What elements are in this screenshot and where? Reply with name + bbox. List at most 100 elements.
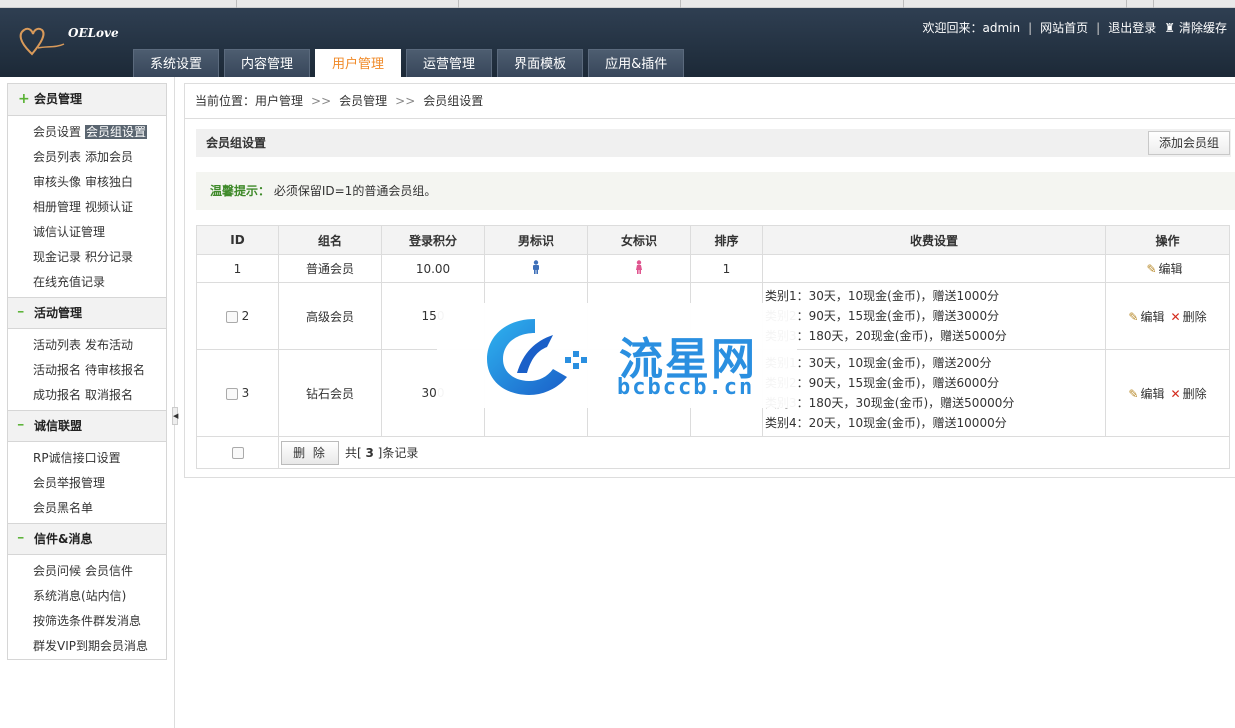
sidebar-link[interactable]: 会员设置 <box>33 125 81 139</box>
divider: | <box>1096 20 1101 35</box>
total-prefix: 共[ <box>345 445 366 460</box>
col-header-name: 组名 <box>278 225 382 255</box>
cell-actions: ✎ 编辑 ✕ 删除 <box>1105 282 1230 350</box>
pencil-icon: ✎ <box>1128 386 1139 401</box>
fee-line: 类别3：180天，30现金(金币)，赠送50000分 <box>765 396 1015 410</box>
sidebar-section-header[interactable]: ━ 活动管理 <box>8 297 166 329</box>
minus-icon: ━ <box>18 308 24 318</box>
sidebar-row: 相册管理 视频认证 <box>8 195 166 220</box>
sidebar-section-header[interactable]: ━ 诚信联盟 <box>8 410 166 442</box>
clear-cache-link[interactable]: 清除缓存 <box>1179 19 1227 36</box>
sidebar-link[interactable]: 待审核报名 <box>85 363 145 377</box>
female-icon <box>636 260 642 274</box>
delete-x-icon: ✕ <box>1170 386 1181 401</box>
cell-actions: ✎ 编辑 ✕ 删除 <box>1105 349 1230 437</box>
cell-group-name: 钻石会员 <box>278 349 382 437</box>
sidebar-row: 会员列表 添加会员 <box>8 145 166 170</box>
sidebar-section-title: 会员管理 <box>34 92 83 106</box>
edit-label: 编辑 <box>1140 309 1165 324</box>
fee-line: 类别2：90天，15现金(金币)，赠送6000分 <box>765 376 1000 390</box>
row-checkbox[interactable] <box>225 387 238 400</box>
tab-operations-management[interactable]: 运营管理 <box>406 49 493 77</box>
sidebar-link[interactable]: 群发VIP到期会员消息 <box>33 639 148 653</box>
sidebar-row: 会员问候 会员信件 <box>8 559 166 584</box>
main-nav-tabs: 系统设置 内容管理 用户管理 运营管理 界面模板 应用&插件 <box>133 49 689 77</box>
sidebar-section-title: 诚信联盟 <box>34 419 83 433</box>
col-header-fees: 收费设置 <box>762 225 1106 255</box>
sidebar-link[interactable]: 现金记录 <box>33 250 81 264</box>
tab-system-settings[interactable]: 系统设置 <box>133 49 220 77</box>
delete-link[interactable]: ✕ 删除 <box>1171 387 1207 401</box>
breadcrumb-item[interactable]: 会员管理 <box>339 94 387 108</box>
tab-interface-templates[interactable]: 界面模板 <box>497 49 584 77</box>
fee-line: 类别1：30天，10现金(金币)，赠送1000分 <box>765 289 1000 303</box>
row-checkbox[interactable] <box>225 310 238 323</box>
sidebar-link[interactable]: RP诚信接口设置 <box>33 451 121 465</box>
batch-delete-button[interactable]: 删 除 <box>281 440 339 465</box>
logout-link[interactable]: 退出登录 <box>1108 19 1156 36</box>
sidebar-link[interactable]: 发布活动 <box>85 338 133 352</box>
edit-link[interactable]: ✎ 编辑 <box>1146 262 1182 276</box>
sidebar-row: 活动列表 发布活动 <box>8 333 166 358</box>
sidebar-link[interactable]: 活动报名 <box>33 363 81 377</box>
cell-fee-settings <box>762 254 1106 283</box>
sidebar-section-body: 活动列表 发布活动 活动报名 待审核报名 成功报名 取消报名 <box>8 329 166 410</box>
edit-label: 编辑 <box>1158 262 1183 276</box>
sidebar-section-body: RP诚信接口设置 会员举报管理 会员黑名单 <box>8 442 166 523</box>
sidebar-section-title: 活动管理 <box>34 306 83 320</box>
select-all-checkbox[interactable] <box>231 447 244 459</box>
sidebar-link[interactable]: 诚信认证管理 <box>33 225 105 239</box>
panel-title: 会员组设置 <box>196 129 1231 157</box>
sidebar-link[interactable]: 活动列表 <box>33 338 81 352</box>
plus-icon: + <box>18 91 30 107</box>
sidebar-link[interactable]: 审核独白 <box>85 175 133 189</box>
breadcrumb-item: 会员组设置 <box>423 94 484 108</box>
add-member-group-button[interactable]: 添加会员组 <box>1148 131 1230 155</box>
tab-apps-plugins[interactable]: 应用&插件 <box>588 49 685 77</box>
table-footer-row: 删 除共[ 3 ]条记录 <box>196 436 1230 469</box>
sidebar-link[interactable]: 会员举报管理 <box>33 476 105 490</box>
sidebar-section-header[interactable]: ━ 信件&消息 <box>8 523 166 555</box>
tab-content-management[interactable]: 内容管理 <box>224 49 311 77</box>
logo[interactable]: OELove <box>16 22 126 62</box>
sidebar-link[interactable]: 在线充值记录 <box>33 275 105 289</box>
watermark-logo-icon <box>487 319 587 395</box>
sidebar-link[interactable]: 相册管理 <box>33 200 81 214</box>
collapse-sidebar-icon[interactable]: ◀ <box>172 407 178 425</box>
sidebar-link[interactable]: 成功报名 <box>33 388 81 402</box>
sidebar-link[interactable]: 会员列表 <box>33 150 81 164</box>
sidebar-row: 现金记录 积分记录 <box>8 245 166 270</box>
edit-link[interactable]: ✎ 编辑 <box>1128 387 1164 401</box>
fee-line: 类别2：90天，15现金(金币)，赠送3000分 <box>765 309 1000 323</box>
sidebar-link[interactable]: 会员信件 <box>85 564 133 578</box>
sidebar-link[interactable]: 会员黑名单 <box>33 501 93 515</box>
tab-user-management[interactable]: 用户管理 <box>315 49 402 77</box>
sidebar-row: 活动报名 待审核报名 <box>8 358 166 383</box>
sidebar-row: 系统消息(站内信) <box>8 584 166 609</box>
sidebar-link[interactable]: 添加会员 <box>85 150 133 164</box>
sidebar-section-header[interactable]: + 会员管理 <box>8 84 166 116</box>
sidebar-link[interactable]: 取消报名 <box>85 388 133 402</box>
breadcrumb: 当前位置：用户管理 >> 会员管理 >> 会员组设置 <box>184 83 1235 119</box>
edit-label: 编辑 <box>1140 386 1165 401</box>
top-header: OELove 欢迎回来：admin | 网站首页 | 退出登录 ♜ 清除缓存 系… <box>0 8 1235 77</box>
edit-link[interactable]: ✎ 编辑 <box>1128 310 1164 324</box>
sidebar-link[interactable]: 会员问候 <box>33 564 81 578</box>
sidebar-link[interactable]: 系统消息(站内信) <box>33 589 126 603</box>
sidebar-link[interactable]: 会员组设置 <box>85 125 148 139</box>
sidebar-link[interactable]: 积分记录 <box>85 250 133 264</box>
col-header-male: 男标识 <box>484 225 588 255</box>
sidebar-row: 会员举报管理 <box>8 471 166 496</box>
sidebar-link[interactable]: 审核头像 <box>33 175 81 189</box>
sidebar: + 会员管理 会员设置 会员组设置 会员列表 添加会员 审核头像 审核独白 相册管理 视频认证 诚信… <box>7 83 167 660</box>
total-suffix: ]条记录 <box>373 445 419 460</box>
sidebar-row: 在线充值记录 <box>8 270 166 295</box>
delete-label: 删除 <box>1182 386 1207 401</box>
welcome-text: 欢迎回来：admin <box>922 21 1021 35</box>
site-home-link[interactable]: 网站首页 <box>1040 19 1088 36</box>
sidebar-link[interactable]: 视频认证 <box>85 200 133 214</box>
sidebar-row: RP诚信接口设置 <box>8 446 166 471</box>
sidebar-link[interactable]: 按筛选条件群发消息 <box>33 614 141 628</box>
delete-link[interactable]: ✕ 删除 <box>1171 310 1207 324</box>
breadcrumb-item[interactable]: 用户管理 <box>255 94 303 108</box>
